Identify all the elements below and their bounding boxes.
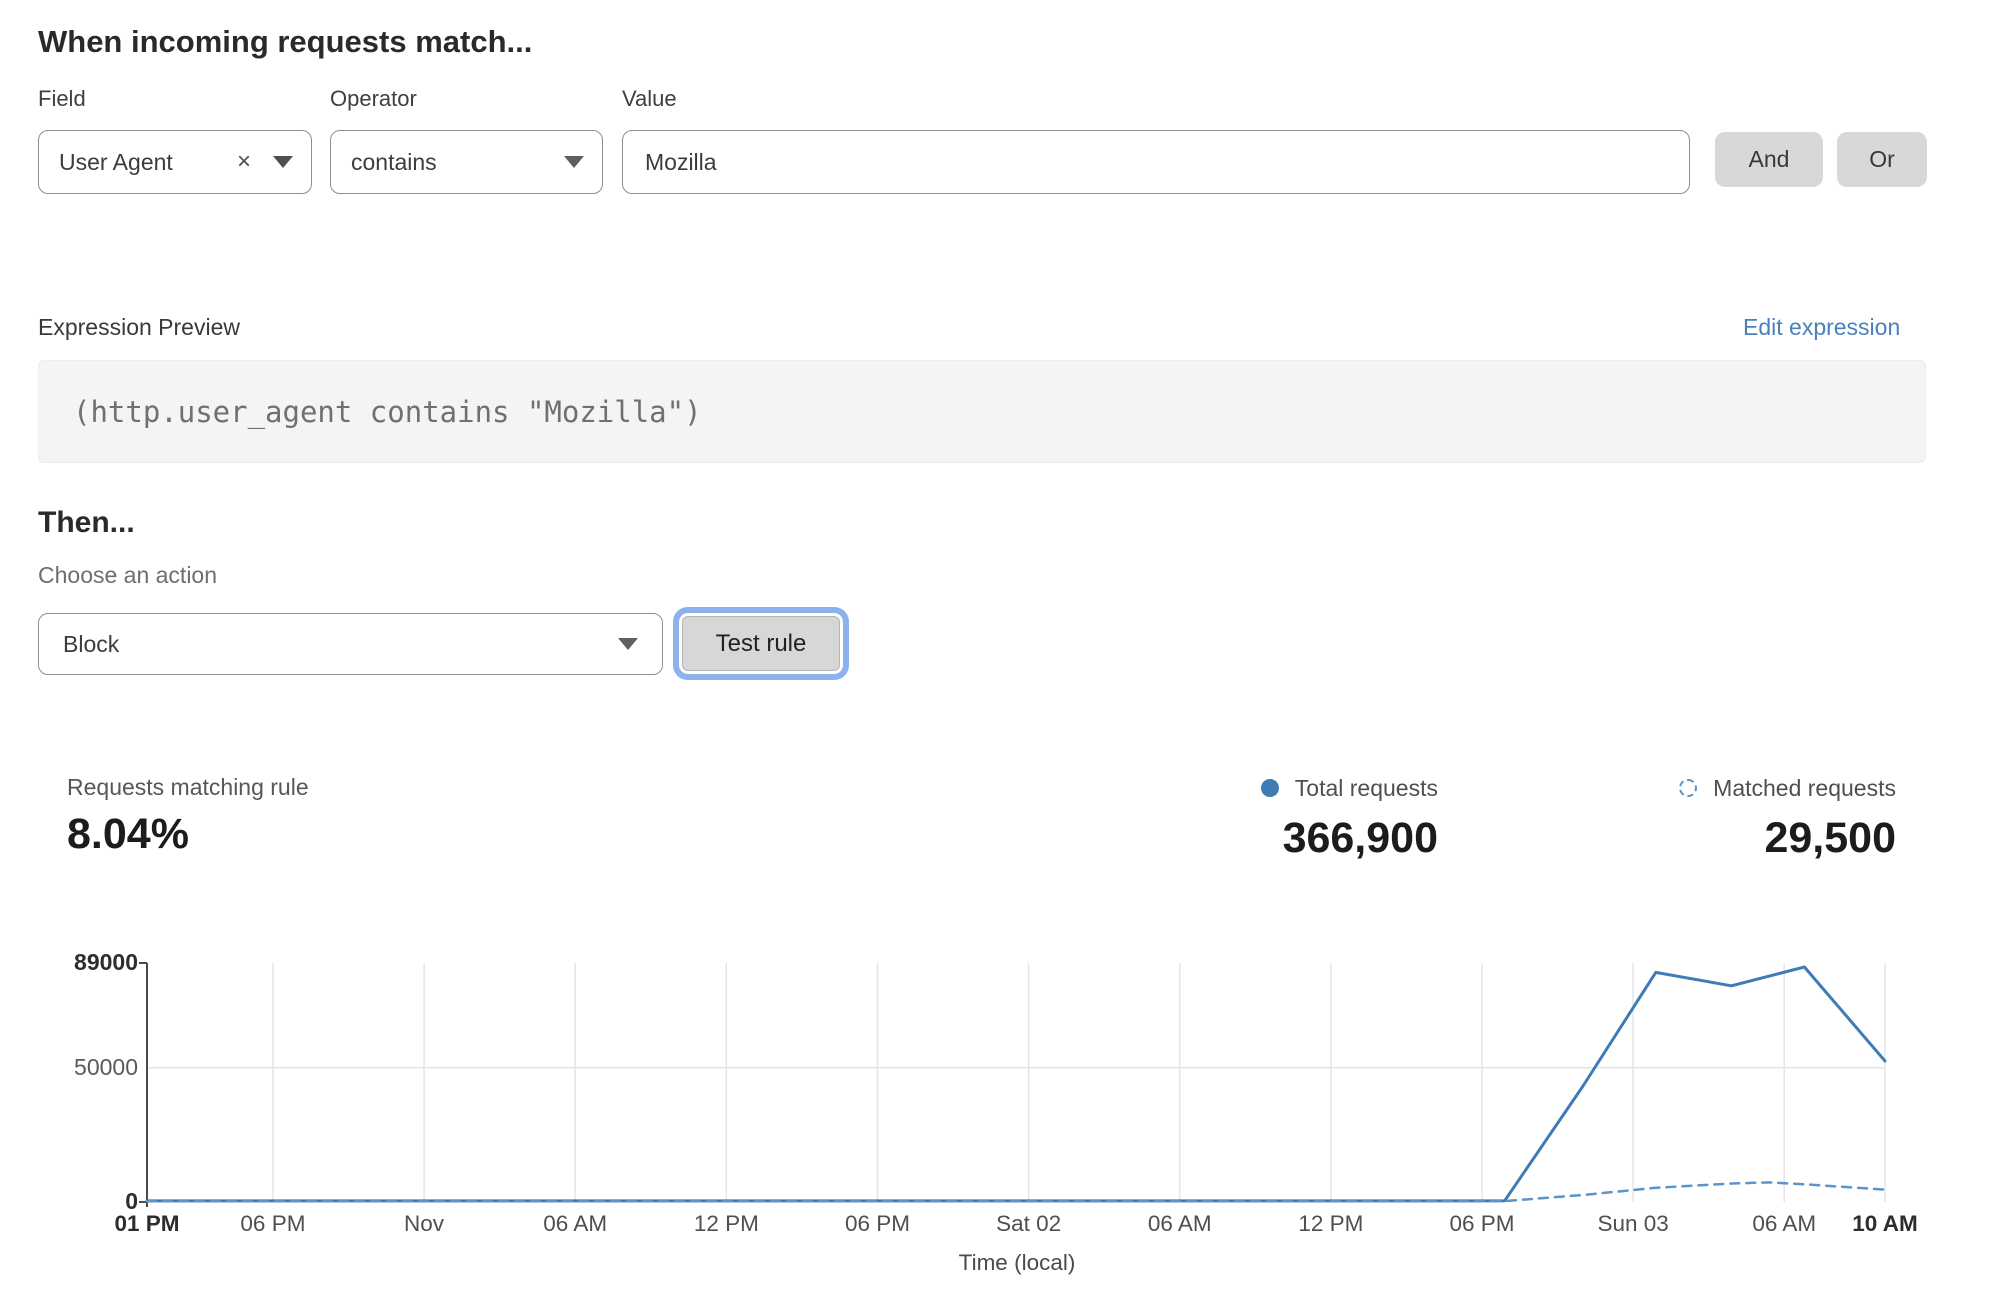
x-axis-tick-label: 10 AM — [1825, 1211, 1945, 1237]
and-button[interactable]: And — [1715, 132, 1823, 187]
action-select[interactable]: Block — [38, 613, 663, 675]
x-axis-tick-label: 06 AM — [1120, 1211, 1240, 1237]
x-axis-tick-label: 06 AM — [515, 1211, 635, 1237]
x-axis-tick-label: 01 PM — [87, 1211, 207, 1237]
expression-code: (http.user_agent contains "Mozilla") — [39, 395, 702, 429]
expression-code-box: (http.user_agent contains "Mozilla") — [38, 360, 1926, 463]
field-select-value: User Agent — [59, 149, 173, 176]
matched-requests-circle-icon — [1679, 779, 1697, 797]
total-requests-label: Total requests — [1295, 775, 1438, 802]
chevron-down-icon — [273, 156, 293, 168]
x-axis-tick-label: Nov — [364, 1211, 484, 1237]
clear-icon[interactable]: × — [237, 148, 251, 176]
chevron-down-icon — [564, 156, 584, 168]
x-axis-tick-label: Sat 02 — [969, 1211, 1089, 1237]
then-heading: Then... — [38, 506, 135, 540]
chart-canvas — [0, 930, 1999, 1215]
matched-requests-label: Matched requests — [1713, 775, 1896, 802]
edit-expression-link[interactable]: Edit expression — [1743, 314, 1900, 341]
matched-requests-legend: Matched requests 29,500 — [1596, 774, 1896, 863]
requests-matching-value: 8.04% — [67, 810, 189, 859]
value-input[interactable] — [622, 130, 1690, 194]
expression-preview-label: Expression Preview — [38, 314, 240, 341]
x-axis-tick-label: 06 PM — [1422, 1211, 1542, 1237]
page-title: When incoming requests match... — [38, 24, 532, 60]
x-axis-tick-label: 06 PM — [817, 1211, 937, 1237]
requests-matching-label: Requests matching rule — [67, 774, 309, 801]
x-axis-tick-label: 12 PM — [1271, 1211, 1391, 1237]
total-requests-value: 366,900 — [1138, 814, 1438, 863]
x-axis-tick-label: 12 PM — [666, 1211, 786, 1237]
matched-requests-value: 29,500 — [1596, 814, 1896, 863]
x-axis-tick-label: 06 PM — [213, 1211, 333, 1237]
x-axis-tick-label: Sun 03 — [1573, 1211, 1693, 1237]
choose-action-label: Choose an action — [38, 562, 217, 589]
requests-chart: 89000500000 01 PM06 PMNov06 AM12 PM06 PM… — [0, 930, 1999, 1295]
operator-select-value: contains — [351, 149, 437, 176]
operator-label: Operator — [330, 86, 417, 112]
chevron-down-icon — [618, 638, 638, 650]
total-requests-legend: Total requests 366,900 — [1138, 774, 1438, 863]
field-label: Field — [38, 86, 86, 112]
or-button[interactable]: Or — [1837, 132, 1927, 187]
field-select[interactable]: User Agent × — [38, 130, 312, 194]
y-axis-tick-label: 89000 — [36, 949, 138, 976]
firewall-rule-panel: When incoming requests match... Field Op… — [0, 0, 1999, 1295]
time-axis-title: Time (local) — [897, 1250, 1137, 1276]
test-rule-button[interactable]: Test rule — [682, 616, 840, 671]
y-axis-tick-label: 50000 — [36, 1054, 138, 1081]
value-label: Value — [622, 86, 677, 112]
total-requests-dot-icon — [1261, 779, 1279, 797]
action-select-value: Block — [63, 631, 119, 658]
operator-select[interactable]: contains — [330, 130, 603, 194]
